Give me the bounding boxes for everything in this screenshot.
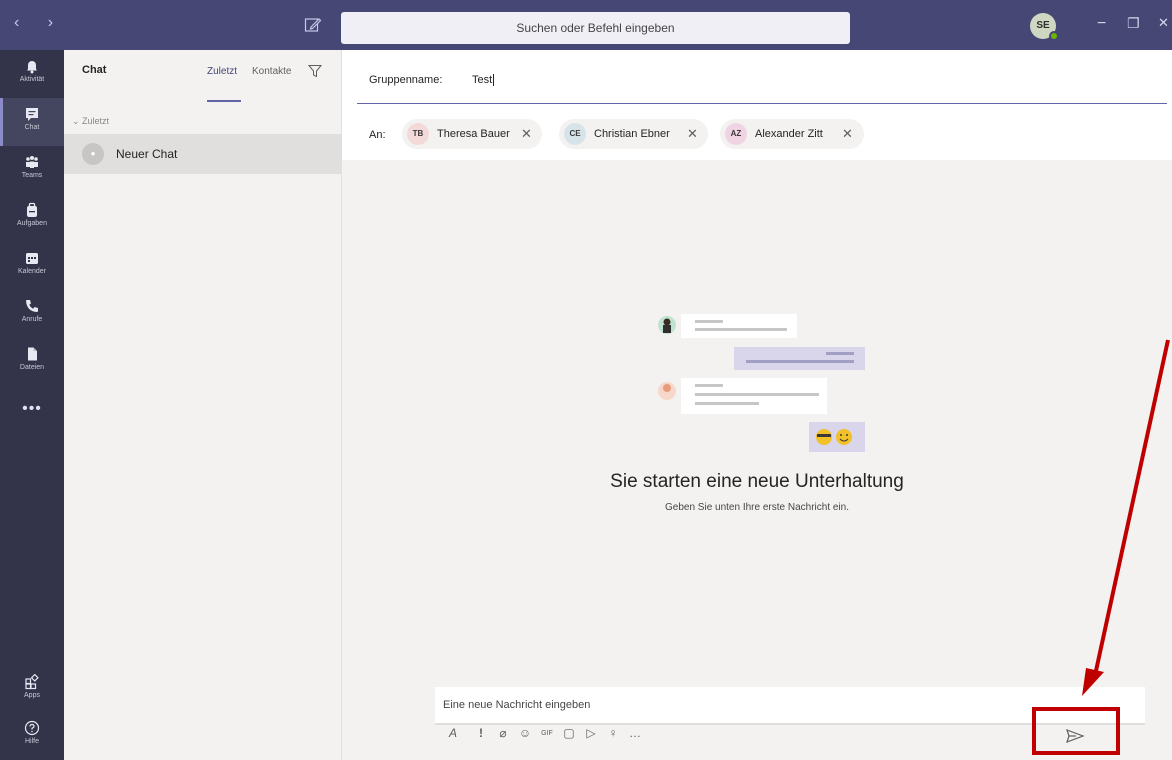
nav-arrows[interactable]: ‹ › [14, 14, 65, 32]
sticker-icon[interactable]: ▢ [561, 726, 577, 742]
groupname-input[interactable]: Test [472, 74, 495, 86]
briefcase-icon [27, 202, 37, 217]
recipient-pill[interactable]: AZ Alexander Zitt ✕ [720, 119, 864, 149]
praise-icon[interactable]: ♀ [605, 726, 621, 742]
empty-state-subtitle: Geben Sie unten Ihre erste Nachricht ein… [665, 502, 849, 513]
rail-item-chat[interactable]: Chat [0, 98, 64, 146]
apps-icon [25, 674, 39, 690]
recipient-name: Christian Ebner [594, 128, 670, 140]
user-initials: SE [1036, 20, 1050, 31]
recipient-pill[interactable]: TB Theresa Bauer ✕ [402, 119, 542, 149]
recipient-avatar: TB [407, 123, 429, 145]
maximize-button[interactable]: ❐ [1127, 15, 1140, 32]
app-rail: Aktivität Chat Teams Aufgaben Kalender A… [0, 50, 64, 760]
bell-icon [27, 61, 37, 74]
section-label-recent[interactable]: ⌄ Zuletzt [72, 116, 109, 127]
new-chat-header: Gruppenname: Test An: TB Theresa Bauer ✕… [342, 50, 1172, 160]
help-icon [24, 720, 40, 736]
active-tab-indicator [207, 100, 241, 102]
groupname-field[interactable]: Gruppenname: Test [357, 50, 1167, 104]
groupname-label: Gruppenname: [369, 74, 443, 86]
rail-label: Teams [21, 172, 43, 179]
empty-state-title: Sie starten eine neue Unterhaltung [610, 471, 904, 492]
remove-recipient-icon[interactable]: ✕ [687, 126, 698, 142]
more-icon[interactable]: … [627, 726, 643, 742]
list-item-new-chat[interactable]: ● Neuer Chat [64, 134, 341, 174]
remove-recipient-icon[interactable]: ✕ [842, 126, 853, 142]
rail-item-apps[interactable]: Apps [0, 666, 64, 714]
search-input[interactable]: Suchen oder Befehl eingeben [341, 12, 850, 44]
rail-label: Kalender [17, 268, 47, 275]
emoji-icon[interactable]: ☺ [517, 726, 533, 742]
filter-icon[interactable] [308, 64, 322, 78]
recipient-pill[interactable]: CE Christian Ebner ✕ [559, 119, 708, 149]
file-icon [28, 347, 37, 361]
rail-label: Chat [24, 124, 40, 131]
minimize-button[interactable]: − [1097, 15, 1106, 33]
presence-status-icon [1049, 31, 1059, 41]
rail-label: Apps [24, 692, 40, 699]
conversation-illustration [658, 314, 865, 452]
rail-item-tasks[interactable]: Aufgaben [0, 194, 64, 242]
chat-list-title: Chat [82, 64, 107, 76]
rail-label: Anrufe [21, 316, 43, 323]
rail-item-help[interactable]: Hilfe [0, 712, 64, 760]
user-avatar[interactable]: SE [1030, 13, 1059, 41]
recipient-name: Theresa Bauer [437, 128, 510, 140]
new-chat-icon[interactable] [304, 16, 322, 34]
chat-name: Neuer Chat [116, 147, 178, 161]
chat-list-panel: Chat Zuletzt Kontakte ⌄ Zuletzt ● Neuer … [64, 50, 342, 760]
chat-icon [26, 108, 38, 121]
meet-icon[interactable]: ▷ [583, 726, 599, 742]
recipient-name: Alexander Zitt [755, 128, 823, 140]
rail-label: Aufgaben [17, 220, 47, 227]
recipient-avatar: AZ [725, 123, 747, 145]
more-apps-button[interactable]: ••• [0, 400, 64, 418]
gif-icon[interactable]: GIF [539, 726, 555, 742]
rail-item-calendar[interactable]: Kalender [0, 242, 64, 290]
message-input-placeholder: Eine neue Nachricht eingeben [443, 699, 591, 711]
send-button-highlight [1032, 707, 1120, 755]
rail-item-files[interactable]: Dateien [0, 338, 64, 386]
calendar-icon [26, 253, 38, 264]
rail-label: Dateien [19, 364, 45, 371]
recipient-avatar: CE [564, 123, 586, 145]
remove-recipient-icon[interactable]: ✕ [521, 126, 532, 142]
attach-icon[interactable]: ⌀ [495, 726, 511, 742]
important-icon[interactable]: ! [473, 726, 489, 742]
teams-icon [26, 156, 38, 168]
tab-recent[interactable]: Zuletzt [207, 66, 237, 77]
phone-icon [26, 300, 38, 312]
rail-label: Hilfe [24, 738, 39, 745]
rail-item-activity[interactable]: Aktivität [0, 50, 64, 98]
rail-label: Aktivität [19, 76, 45, 83]
tab-contacts[interactable]: Kontakte [252, 66, 291, 77]
group-avatar-icon: ● [82, 143, 104, 165]
chevron-down-icon: ⌄ [72, 116, 83, 126]
to-label: An: [369, 129, 386, 141]
format-icon[interactable]: A [445, 726, 461, 742]
rail-item-calls[interactable]: Anrufe [0, 290, 64, 338]
title-bar: ‹ › Suchen oder Befehl eingeben SE − ❐ ✕ [0, 0, 1172, 50]
close-button[interactable]: ✕ [1158, 15, 1169, 31]
main-chat-area: Gruppenname: Test An: TB Theresa Bauer ✕… [342, 50, 1172, 760]
rail-item-teams[interactable]: Teams [0, 146, 64, 194]
